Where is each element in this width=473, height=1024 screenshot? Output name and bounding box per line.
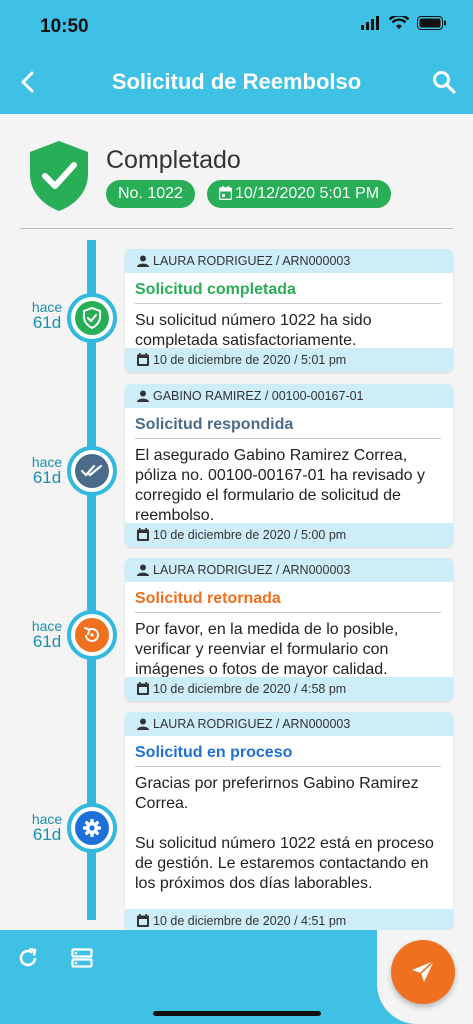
gear-icon (75, 811, 109, 845)
card-user: LAURA RODRIGUEZ / ARN000003 (125, 249, 453, 273)
card-body: Solicitud en proceso Gracias por preferi… (125, 736, 453, 900)
card-date: 10 de diciembre de 2020 / 5:01 pm (125, 348, 453, 372)
send-button[interactable] (391, 940, 455, 1004)
calendar-icon (218, 186, 233, 201)
battery-icon (417, 16, 446, 30)
timeline-card: LAURA RODRIGUEZ / ARN000003 Solicitud re… (125, 558, 453, 701)
card-title: Solicitud retornada (135, 590, 441, 613)
time-ago: hace 61d (24, 812, 70, 844)
search-icon[interactable] (431, 69, 457, 95)
time-ago-value: 61d (32, 468, 62, 487)
card-title: Solicitud completada (135, 281, 441, 304)
card-message: Su solicitud número 1022 ha sido complet… (135, 312, 372, 349)
card-date: 10 de diciembre de 2020 / 5:00 pm (125, 523, 453, 547)
card-user: GABINO RAMIREZ / 00100-00167-01 (125, 384, 453, 408)
card-user-text: GABINO RAMIREZ / 00100-00167-01 (153, 389, 364, 403)
card-user-text: LAURA RODRIGUEZ / ARN000003 (153, 717, 351, 731)
return-icon (75, 618, 109, 652)
timeline-node (67, 803, 117, 853)
signal-icon (361, 16, 379, 30)
time-ago-value: 61d (32, 313, 62, 332)
user-icon (137, 718, 149, 730)
card-user-text: LAURA RODRIGUEZ / ARN000003 (153, 563, 351, 577)
card-user-text: LAURA RODRIGUEZ / ARN000003 (153, 254, 351, 268)
page-title: Solicitud de Reembolso (111, 69, 362, 94)
status-bar: 10:50 (0, 0, 473, 52)
calendar-icon (137, 353, 149, 366)
card-date-text: 10 de diciembre de 2020 / 5:00 pm (153, 528, 347, 542)
status-icons (361, 16, 447, 30)
card-body: Solicitud retornada Por favor, en la med… (125, 582, 453, 686)
time-ago: hace 61d (24, 455, 70, 487)
card-date-text: 10 de diciembre de 2020 / 4:51 pm (153, 914, 347, 928)
list-view-icon[interactable] (70, 946, 94, 970)
timeline-node (67, 446, 117, 496)
header-divider (20, 228, 453, 229)
time-ago: hace 61d (24, 300, 70, 332)
timeline-card: LAURA RODRIGUEZ / ARN000003 Solicitud en… (125, 712, 453, 930)
timeline-node (67, 293, 117, 343)
card-date: 10 de diciembre de 2020 / 4:51 pm (125, 909, 453, 930)
card-user: LAURA RODRIGUEZ / ARN000003 (125, 558, 453, 582)
shield-check-icon (30, 141, 88, 211)
calendar-icon (137, 682, 149, 695)
calendar-icon (137, 528, 149, 541)
home-indicator (153, 1011, 321, 1016)
card-message: El asegurado Gabino Ramirez Correa, póli… (135, 447, 425, 524)
request-status: Completado (106, 146, 241, 174)
card-title: Solicitud en proceso (135, 744, 441, 767)
card-message: Por favor, en la medida de lo posible, v… (135, 621, 399, 678)
card-body: Solicitud respondida El asegurado Gabino… (125, 408, 453, 532)
request-header: Completado No. 1022 10/12/2020 5:01 PM (0, 114, 473, 234)
card-message: Gracias por preferirnos Gabino Ramirez C… (135, 775, 434, 892)
user-icon (137, 390, 149, 402)
timeline-node (67, 610, 117, 660)
card-date-text: 10 de diciembre de 2020 / 5:01 pm (153, 353, 347, 367)
time-ago-value: 61d (32, 632, 62, 651)
timeline-card: LAURA RODRIGUEZ / ARN000003 Solicitud co… (125, 249, 453, 372)
request-number-badge: No. 1022 (106, 180, 195, 208)
user-icon (137, 255, 149, 267)
double-check-icon (75, 454, 109, 488)
send-icon (412, 960, 435, 982)
card-body: Solicitud completada Su solicitud número… (125, 273, 453, 357)
calendar-icon (137, 914, 149, 927)
app-bar: Solicitud de Reembolso (0, 52, 473, 114)
card-date-text: 10 de diciembre de 2020 / 4:58 pm (153, 682, 347, 696)
request-date-text: 10/12/2020 5:01 PM (235, 185, 380, 202)
wifi-icon (389, 16, 409, 29)
refresh-icon[interactable] (16, 946, 40, 970)
card-title: Solicitud respondida (135, 416, 441, 439)
status-time: 10:50 (40, 16, 89, 37)
card-date: 10 de diciembre de 2020 / 4:58 pm (125, 677, 453, 701)
card-user: LAURA RODRIGUEZ / ARN000003 (125, 712, 453, 736)
user-icon (137, 564, 149, 576)
time-ago: hace 61d (24, 619, 70, 651)
timeline-card: GABINO RAMIREZ / 00100-00167-01 Solicitu… (125, 384, 453, 547)
shield-check-icon (75, 301, 109, 335)
request-date-badge: 10/12/2020 5:01 PM (207, 180, 392, 208)
time-ago-value: 61d (32, 825, 62, 844)
